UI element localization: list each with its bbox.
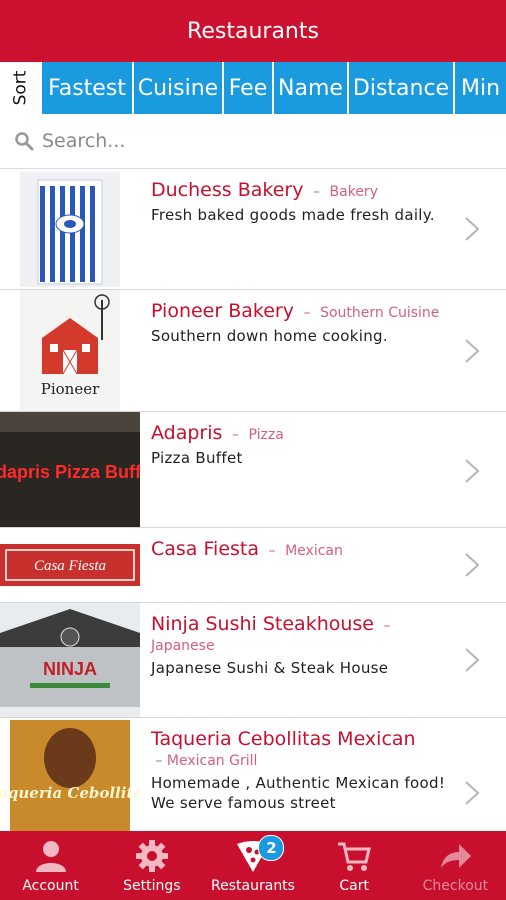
tab-label: Checkout xyxy=(422,878,489,894)
sort-fee-button[interactable]: Fee xyxy=(224,62,272,114)
tab-label: Restaurants xyxy=(211,878,295,894)
sort-name-button[interactable]: Name xyxy=(274,62,347,114)
sort-label: Sort xyxy=(0,62,42,114)
restaurant-description: Homemade , Authentic Mexican food! We se… xyxy=(151,774,446,812)
restaurant-row-adapris[interactable]: Adapris Pizza Buffet Adapris – Pizza Piz… xyxy=(0,412,506,528)
category-separator: – xyxy=(379,618,395,634)
page-title: Restaurants xyxy=(187,18,319,44)
mexican-sign-image: Casa Fiesta xyxy=(0,528,140,602)
bottom-tab-bar: Account Settings 2 Restaurants Cart Chec… xyxy=(0,831,506,900)
restaurant-thumbnail: Casa Fiesta xyxy=(0,528,140,602)
restaurant-thumbnail: NINJA xyxy=(0,603,140,717)
category-separator: – xyxy=(308,184,325,200)
search-input[interactable] xyxy=(40,129,464,153)
tab-checkout[interactable]: Checkout xyxy=(405,831,506,900)
restaurant-description: Fresh baked goods made fresh daily. xyxy=(151,206,435,224)
restaurant-category: Mexican xyxy=(285,543,343,559)
tab-settings[interactable]: Settings xyxy=(101,831,202,900)
restaurant-name: Ninja Sushi Steakhouse xyxy=(151,613,374,635)
restaurant-thumbnail: Taqueria Cebollitas xyxy=(0,718,140,831)
chevron-right-icon xyxy=(465,781,480,805)
restaurant-thumbnail: Adapris Pizza Buffet xyxy=(0,412,140,527)
sort-bar: Sort Fastest Cuisine Fee Name Distance M… xyxy=(0,62,506,114)
category-separator: – xyxy=(264,543,280,559)
tab-label: Account xyxy=(22,878,79,894)
restaurant-row-pioneer-bakery[interactable]: Pioneer Pioneer Bakery – Southern Cuisin… xyxy=(0,290,506,412)
restaurant-row-casa-fiesta[interactable]: Casa Fiesta Casa Fiesta – Mexican xyxy=(0,528,506,603)
restaurant-name: Pioneer Bakery xyxy=(151,300,294,322)
ninja-sign-image: NINJA xyxy=(0,603,140,717)
chevron-right-icon xyxy=(465,553,480,577)
restaurant-category: Japanese xyxy=(151,638,215,654)
restaurant-name: Duchess Bakery xyxy=(151,179,304,201)
chevron-right-icon xyxy=(465,217,480,241)
user-icon xyxy=(35,841,66,872)
category-separator: – xyxy=(151,753,167,769)
arrow-forward-icon xyxy=(441,844,472,868)
sort-distance-button[interactable]: Distance xyxy=(349,62,453,114)
restaurant-name: Adapris xyxy=(151,422,223,444)
sort-cuisine-button[interactable]: Cuisine xyxy=(134,62,222,114)
tab-restaurants[interactable]: 2 Restaurants xyxy=(202,831,303,900)
restaurant-description: Southern down home cooking. xyxy=(151,327,388,345)
restaurant-name: Casa Fiesta xyxy=(151,538,259,560)
restaurant-name: Taqueria Cebollitas Mexican xyxy=(151,728,416,750)
cart-count-badge: 2 xyxy=(258,835,285,861)
chevron-right-icon xyxy=(465,648,480,672)
restaurant-category: Bakery xyxy=(329,184,378,200)
tab-label: Settings xyxy=(123,878,181,894)
restaurant-row-ninja-sushi[interactable]: NINJA Ninja Sushi Steakhouse – Japanese … xyxy=(0,603,506,718)
tab-cart[interactable]: Cart xyxy=(304,831,405,900)
taqueria-poster-image: Taqueria Cebollitas xyxy=(0,718,140,831)
restaurant-description: Japanese Sushi & Steak House xyxy=(151,659,389,677)
sort-min-button[interactable]: Min xyxy=(455,62,506,114)
category-separator: – xyxy=(299,305,315,321)
restaurant-row-taqueria-cebollitas[interactable]: Taqueria Cebollitas Taqueria Cebollitas … xyxy=(0,718,506,831)
restaurant-thumbnail xyxy=(0,169,140,289)
pizza-sign-image: Adapris Pizza Buffet xyxy=(0,412,140,527)
search-icon xyxy=(15,132,34,151)
tab-account[interactable]: Account xyxy=(0,831,101,900)
thumbnail-sign-text: Casa Fiesta xyxy=(34,558,106,574)
category-separator: – xyxy=(227,427,244,443)
thumbnail-sign-text: Taqueria Cebollitas xyxy=(0,784,140,802)
restaurant-category: Pizza xyxy=(248,427,284,443)
gear-icon xyxy=(135,840,168,872)
bakery-bag-image xyxy=(20,171,120,287)
restaurant-category: Mexican Grill xyxy=(166,753,258,769)
restaurant-thumbnail: Pioneer xyxy=(0,290,140,411)
chevron-right-icon xyxy=(465,459,480,483)
thumbnail-sign-text: Adapris Pizza Buffet xyxy=(0,462,140,482)
restaurant-row-duchess-bakery[interactable]: Duchess Bakery – Bakery Fresh baked good… xyxy=(0,169,506,290)
thumbnail-sign-text: NINJA xyxy=(43,659,97,679)
cart-icon xyxy=(338,842,372,871)
restaurant-category: Southern Cuisine xyxy=(320,305,440,321)
tab-label: Cart xyxy=(339,878,370,894)
restaurant-description: Pizza Buffet xyxy=(151,449,243,467)
app-header: Restaurants xyxy=(0,0,506,62)
sort-fastest-button[interactable]: Fastest xyxy=(42,62,132,114)
chevron-right-icon xyxy=(465,339,480,363)
restaurant-list: Duchess Bakery – Bakery Fresh baked good… xyxy=(0,169,506,831)
thumbnail-sign-text: Pioneer xyxy=(41,380,100,398)
barn-image: Pioneer xyxy=(20,290,120,411)
search-bar xyxy=(0,114,506,169)
